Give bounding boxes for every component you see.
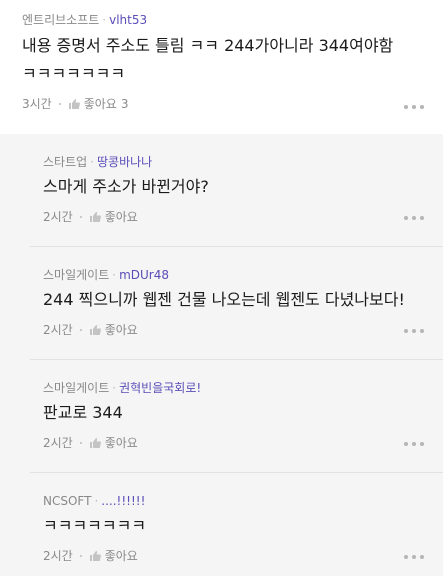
author-company: 스마일게이트 (43, 268, 110, 282)
comment-text-line-2: ㅋㅋㅋㅋㅋㅋㅋ (22, 64, 126, 83)
reply-footer: 2시간 좋아요 (43, 210, 138, 224)
reply-author-line: NCSOFT ·....!!!!!! (43, 494, 145, 508)
meta-separator: · (102, 13, 107, 27)
author-nickname[interactable]: ....!!!!!! (101, 494, 145, 508)
reply-time: 2시간 (43, 549, 73, 563)
comment-author-line: 엔트리브소프트 · vlht53 (22, 13, 147, 27)
author-company: NCSOFT (43, 494, 92, 508)
author-nickname[interactable]: vlht53 (109, 13, 147, 27)
thumbs-up-icon (89, 438, 101, 448)
like-button[interactable]: 좋아요 (89, 436, 138, 450)
reply-footer: 2시간 좋아요 (43, 549, 138, 563)
comment-time: 3시간 (22, 97, 52, 111)
like-label: 좋아요 (104, 323, 138, 337)
footer-separator (79, 216, 82, 218)
comment-footer: 3시간 좋아요 3 (22, 97, 128, 111)
meta-separator: · (112, 381, 117, 395)
more-options-icon[interactable] (404, 441, 424, 447)
like-label: 좋아요 (104, 436, 138, 450)
reply-author-line: 스마일게이트 · mDUr48 (43, 268, 169, 282)
reply-text: 244 찍으니까 웹젠 건물 나오는데 웹젠도 다녔나보다! (43, 290, 405, 309)
footer-separator (79, 329, 82, 331)
reply-footer: 2시간 좋아요 (43, 436, 138, 450)
reply-text: ㅋㅋㅋㅋㅋㅋㅋ (43, 516, 147, 535)
meta-separator: · (112, 268, 117, 282)
author-company: 스마일게이트 (43, 381, 110, 395)
footer-separator (79, 555, 82, 557)
like-label: 좋아요 (104, 549, 138, 563)
author-nickname[interactable]: 권혁빈을국회로! (119, 381, 201, 395)
reply-time: 2시간 (43, 436, 73, 450)
reply-footer: 2시간 좋아요 (43, 323, 138, 337)
reply-author-line: 스마일게이트 · 권혁빈을국회로! (43, 381, 201, 395)
thumbs-up-icon (89, 551, 101, 561)
footer-separator (79, 442, 82, 444)
reply-item: NCSOFT ·....!!!!!! ㅋㅋㅋㅋㅋㅋㅋ 2시간 좋아요 (0, 473, 443, 576)
thumbs-up-icon (89, 325, 101, 335)
reply-text: 판교로 344 (43, 403, 123, 422)
more-options-icon[interactable] (404, 215, 424, 221)
like-label: 좋아요 (83, 97, 117, 111)
reply-item: 스마일게이트 · mDUr48 244 찍으니까 웹젠 건물 나오는데 웹젠도 다녔… (0, 247, 443, 359)
like-button[interactable]: 좋아요 (89, 210, 138, 224)
like-label: 좋아요 (104, 210, 138, 224)
like-button[interactable]: 좋아요 (89, 323, 138, 337)
reply-list: 스타트업 · 땅콩바나나 스마게 주소가 바뀐거야? 2시간 좋아요 스마일게이트 ·… (0, 134, 443, 576)
comment-text-line-1: 내용 증명서 주소도 틀림 ㅋㅋ 244가아니라 344여야함 (22, 36, 394, 55)
reply-author-line: 스타트업 · 땅콩바나나 (43, 155, 152, 169)
thumbs-up-icon (68, 99, 80, 109)
like-button[interactable]: 좋아요 (89, 549, 138, 563)
reply-time: 2시간 (43, 323, 73, 337)
footer-separator (58, 103, 61, 105)
author-nickname[interactable]: mDUr48 (119, 268, 169, 282)
author-company: 스타트업 (43, 155, 88, 169)
author-nickname[interactable]: 땅콩바나나 (97, 155, 152, 169)
more-options-icon[interactable] (404, 554, 424, 560)
reply-item: 스마일게이트 · 권혁빈을국회로! 판교로 344 2시간 좋아요 (0, 360, 443, 472)
like-button[interactable]: 좋아요 3 (68, 97, 129, 111)
reply-text: 스마게 주소가 바뀐거야? (43, 177, 209, 196)
reply-time: 2시간 (43, 210, 73, 224)
author-company: 엔트리브소프트 (22, 13, 100, 27)
more-options-icon[interactable] (404, 328, 424, 334)
more-options-icon[interactable] (404, 104, 424, 110)
meta-separator: · (90, 155, 94, 169)
reply-item: 스타트업 · 땅콩바나나 스마게 주소가 바뀐거야? 2시간 좋아요 (0, 134, 443, 246)
meta-separator: · (94, 494, 99, 508)
comment-thread: 엔트리브소프트 · vlht53 내용 증명서 주소도 틀림 ㅋㅋ 244가아니라 … (0, 0, 443, 576)
like-count: 3 (120, 97, 129, 111)
parent-comment: 엔트리브소프트 · vlht53 내용 증명서 주소도 틀림 ㅋㅋ 244가아니라 … (0, 0, 443, 134)
thumbs-up-icon (89, 212, 101, 222)
